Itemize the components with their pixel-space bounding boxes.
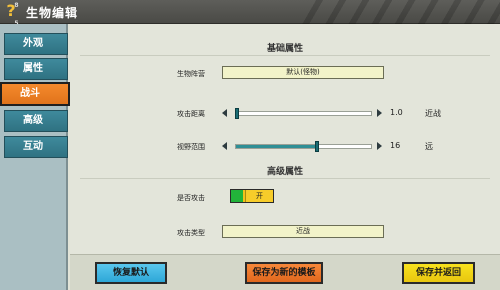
attack-range-thumb[interactable]: [235, 108, 239, 119]
title-bar: ? 8 5 生物编辑: [0, 0, 500, 28]
attack-type-label: 攻击类型: [177, 229, 205, 237]
tab-appearance[interactable]: 外观: [4, 33, 68, 55]
main-panel: [70, 24, 500, 290]
attack-range-desc: 近战: [425, 109, 441, 118]
title-decoration: [300, 0, 500, 24]
save-as-template-button[interactable]: 保存为新的模板: [245, 262, 323, 284]
section-divider: [80, 178, 490, 179]
section-advanced-title: 高级属性: [266, 167, 303, 177]
attack-range-value: 1.0: [390, 108, 403, 117]
tab-interaction[interactable]: 互动: [4, 136, 68, 158]
attack-type-select[interactable]: 近战: [222, 225, 384, 238]
toggle-label: 开: [245, 190, 273, 202]
view-range-slider[interactable]: [235, 144, 372, 149]
faction-select[interactable]: 默认(怪物): [222, 66, 384, 79]
restore-default-button[interactable]: 恢复默认: [95, 262, 167, 284]
view-range-decrease-icon[interactable]: [222, 142, 227, 150]
can-attack-label: 是否攻击: [177, 194, 205, 202]
tab-advanced[interactable]: 高级: [4, 110, 68, 132]
attack-range-decrease-icon[interactable]: [222, 109, 227, 117]
window-title: 生物编辑: [26, 6, 79, 20]
can-attack-toggle[interactable]: 开: [230, 189, 274, 203]
attack-range-slider[interactable]: [235, 111, 372, 116]
help-icon[interactable]: ? 8 5: [3, 2, 19, 28]
view-range-label: 视野范围: [177, 143, 205, 151]
view-range-fill: [236, 145, 316, 148]
view-range-desc: 远: [425, 142, 433, 151]
faction-label: 生物阵营: [177, 70, 205, 78]
view-range-value: 16: [390, 141, 401, 150]
section-divider: [80, 55, 490, 56]
tab-attributes[interactable]: 属性: [4, 58, 68, 80]
attack-range-increase-icon[interactable]: [377, 109, 382, 117]
section-basic-title: 基础属性: [266, 44, 303, 54]
save-and-return-button[interactable]: 保存并返回: [402, 262, 475, 284]
view-range-increase-icon[interactable]: [377, 142, 382, 150]
toggle-on-indicator: [231, 190, 243, 202]
attack-range-label: 攻击距离: [177, 110, 205, 118]
view-range-thumb[interactable]: [315, 141, 319, 152]
tab-combat[interactable]: 战斗: [0, 82, 70, 106]
